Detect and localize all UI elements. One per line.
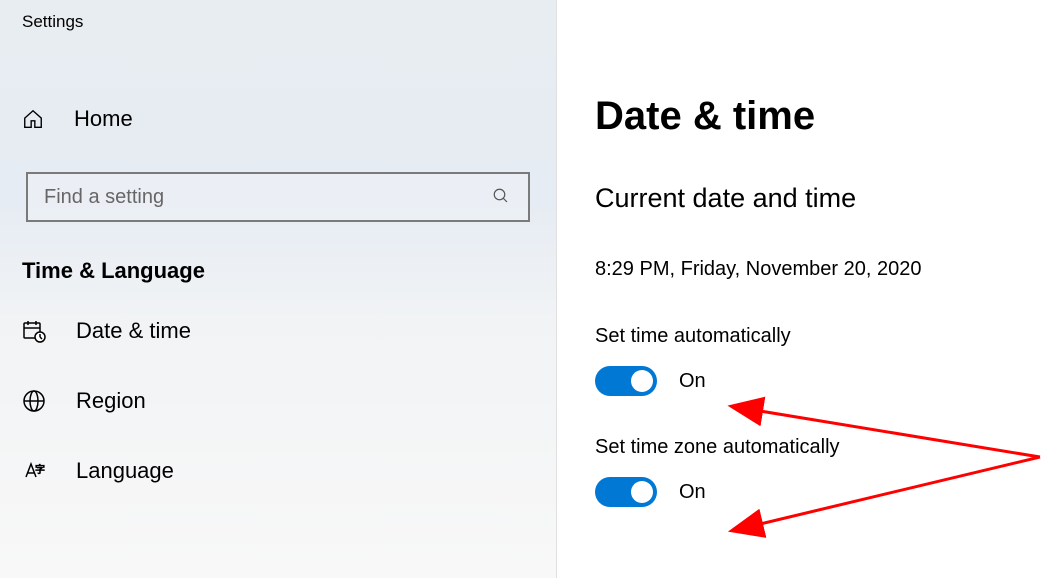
set-timezone-auto-toggle[interactable] (595, 477, 657, 507)
calendar-clock-icon (22, 319, 46, 343)
home-nav-item[interactable]: Home (0, 94, 556, 144)
toggle-state-label: On (679, 481, 706, 504)
search-box[interactable] (26, 172, 530, 222)
page-title: Date & time (595, 94, 1048, 139)
set-timezone-auto-row: On (595, 477, 1048, 507)
set-time-auto-label: Set time automatically (595, 325, 1048, 348)
sidebar-item-label: Date & time (76, 318, 191, 344)
sidebar-item-label: Language (76, 458, 174, 484)
set-time-auto-toggle[interactable] (595, 366, 657, 396)
language-icon: 字 (22, 459, 46, 483)
svg-text:字: 字 (35, 463, 45, 476)
sidebar-item-language[interactable]: 字 Language (0, 436, 556, 506)
toggle-state-label: On (679, 370, 706, 393)
set-time-auto-row: On (595, 366, 1048, 396)
home-icon (22, 108, 44, 130)
globe-icon (22, 389, 46, 413)
sidebar-item-label: Region (76, 388, 146, 414)
toggle-knob (631, 370, 653, 392)
toggle-knob (631, 481, 653, 503)
current-datetime: 8:29 PM, Friday, November 20, 2020 (595, 258, 1048, 281)
search-icon (492, 187, 512, 207)
sidebar-item-region[interactable]: Region (0, 366, 556, 436)
category-heading: Time & Language (0, 222, 556, 296)
main-content: Date & time Current date and time 8:29 P… (557, 0, 1048, 578)
search-input[interactable] (44, 186, 492, 209)
section-heading: Current date and time (595, 183, 1048, 214)
app-title: Settings (0, 8, 556, 36)
set-timezone-auto-label: Set time zone automatically (595, 436, 1048, 459)
sidebar-item-date-time[interactable]: Date & time (0, 296, 556, 366)
settings-sidebar: Settings Home Time & Language (0, 0, 557, 578)
home-label: Home (74, 106, 133, 132)
